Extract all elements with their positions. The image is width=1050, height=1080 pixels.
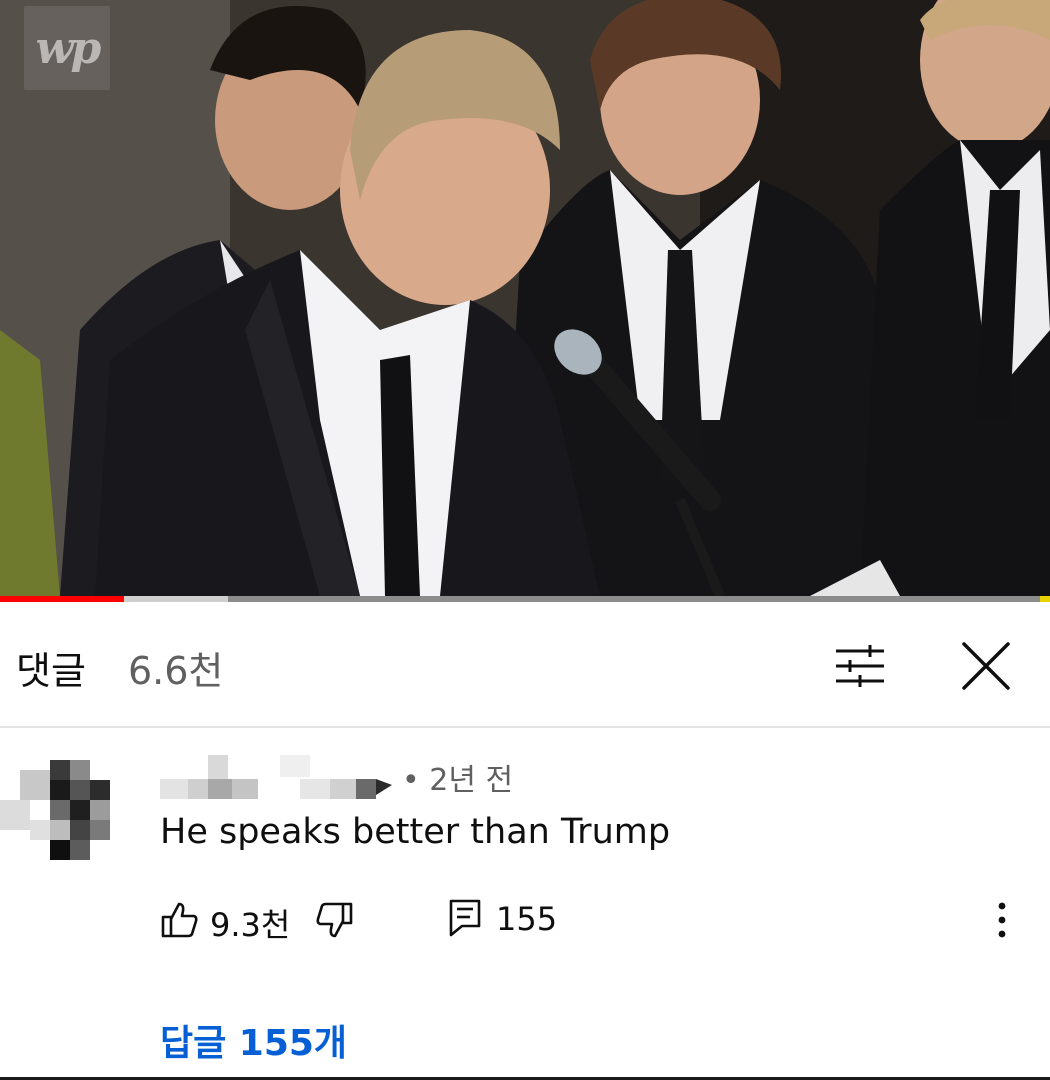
avatar-pixelated-image xyxy=(0,750,120,870)
comment-actions: 9.3천 155 xyxy=(160,896,1030,946)
comments-title: 댓글 xyxy=(16,649,86,693)
thumbs-down-icon xyxy=(316,902,353,938)
redacted-name-blocks xyxy=(160,755,392,799)
close-icon xyxy=(962,642,1010,690)
sliders-icon xyxy=(836,645,884,687)
watermark-logo: wp xyxy=(24,6,110,90)
like-button[interactable] xyxy=(160,900,200,940)
reply-count: 155 xyxy=(496,900,558,938)
comment-item: • 2년 전 He speaks better than Trump 9.3천 xyxy=(0,728,1050,1080)
comments-header: 댓글 6.6천 xyxy=(0,602,1050,728)
video-frame xyxy=(0,0,1050,596)
comment-timestamp: • 2년 전 xyxy=(402,763,514,798)
close-button[interactable] xyxy=(952,634,1020,698)
view-replies-link[interactable]: 답글 155개 xyxy=(160,1014,347,1066)
comment-meta: • 2년 전 xyxy=(160,752,513,802)
video-player[interactable]: wp xyxy=(0,0,1050,596)
more-vert-icon xyxy=(998,902,1006,938)
sort-filter-button[interactable] xyxy=(828,636,892,696)
like-count: 9.3천 xyxy=(210,906,291,944)
comments-count: 6.6천 xyxy=(128,649,224,693)
more-options-button[interactable] xyxy=(986,896,1018,944)
author-name-redacted[interactable] xyxy=(160,755,396,799)
dislike-button[interactable] xyxy=(314,900,354,940)
avatar[interactable] xyxy=(0,750,120,870)
reply-button[interactable] xyxy=(448,898,482,938)
thumbs-up-icon xyxy=(161,902,198,938)
comment-text: He speaks better than Trump xyxy=(160,812,671,852)
reply-icon xyxy=(449,899,481,937)
